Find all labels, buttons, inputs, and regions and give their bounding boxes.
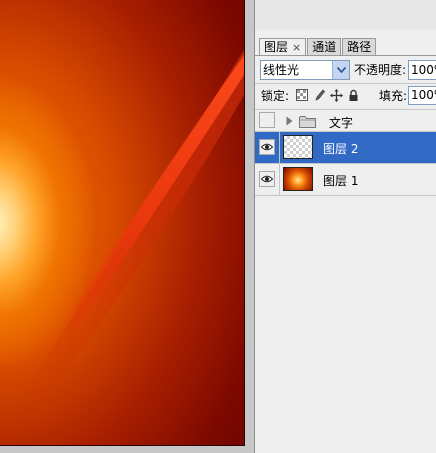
blend-mode-select[interactable]: 线性光 bbox=[260, 60, 350, 80]
lock-label: 锁定: bbox=[261, 89, 290, 103]
folder-icon bbox=[299, 115, 316, 131]
divider bbox=[255, 83, 436, 84]
eye-icon[interactable] bbox=[259, 171, 275, 187]
lock-move-icon[interactable] bbox=[329, 88, 343, 102]
panel-header-bar bbox=[255, 0, 436, 30]
canvas-area[interactable] bbox=[0, 0, 254, 453]
opacity-label: 不透明度: bbox=[354, 63, 407, 77]
eye-icon[interactable] bbox=[259, 139, 275, 155]
tab-label: 路径 bbox=[347, 40, 372, 54]
tab-channels[interactable]: 通道 bbox=[307, 38, 342, 55]
close-icon[interactable]: × bbox=[292, 41, 301, 54]
layer-row[interactable]: 图层 1 bbox=[255, 164, 436, 196]
divider bbox=[279, 132, 280, 163]
layer-name: 图层 2 bbox=[323, 142, 359, 156]
layers-panel: 图层× 通道 路径 线性光 不透明度: 100% 锁定: bbox=[254, 0, 436, 453]
fill-field[interactable]: 100% bbox=[408, 86, 436, 105]
lock-transparent-icon[interactable] bbox=[295, 88, 309, 102]
tab-paths[interactable]: 路径 bbox=[342, 38, 377, 55]
layer-name: 文字 bbox=[329, 116, 354, 130]
divider bbox=[255, 55, 436, 56]
opacity-field[interactable]: 100% bbox=[408, 60, 436, 80]
layer-thumbnail bbox=[283, 167, 313, 191]
tab-label: 图层 bbox=[264, 40, 289, 54]
lock-all-icon[interactable] bbox=[346, 88, 360, 102]
tab-layers[interactable]: 图层 × bbox=[259, 38, 307, 56]
blend-mode-value: 线性光 bbox=[263, 63, 300, 77]
layer-row-selected[interactable]: 图层 2 bbox=[255, 132, 436, 164]
tab-label: 通道 bbox=[312, 40, 337, 54]
layer-name: 图层 1 bbox=[323, 174, 359, 188]
lock-paint-icon[interactable] bbox=[312, 88, 326, 102]
visibility-toggle[interactable] bbox=[259, 112, 275, 128]
document-canvas[interactable] bbox=[0, 0, 245, 446]
layer-thumbnail bbox=[283, 135, 313, 159]
chevron-down-icon[interactable] bbox=[332, 61, 349, 79]
panel-tab-strip: 图层 × 通道 路径 bbox=[259, 38, 377, 56]
divider bbox=[279, 164, 280, 195]
layer-group-row[interactable]: 文字 bbox=[255, 110, 436, 132]
expand-arrow-icon[interactable] bbox=[286, 115, 293, 129]
fill-label: 填充: bbox=[379, 89, 408, 103]
light-streak bbox=[20, 50, 244, 405]
